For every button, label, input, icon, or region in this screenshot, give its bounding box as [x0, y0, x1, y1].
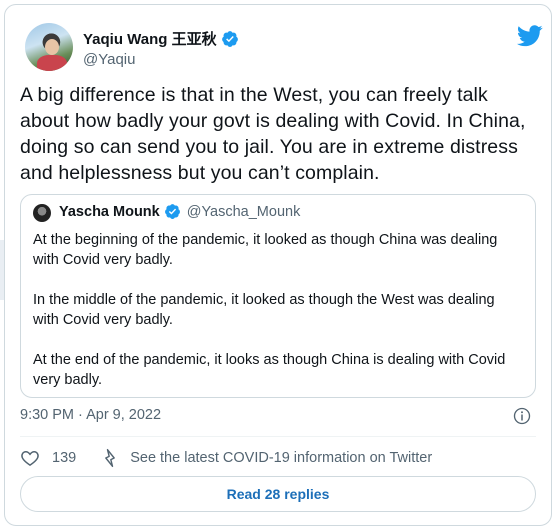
divider — [20, 436, 536, 437]
quoted-text: At the beginning of the pandemic, it loo… — [33, 230, 523, 410]
author-avatar[interactable] — [25, 23, 73, 71]
quoted-author-row: Yascha Mounk @Yascha_Mounk — [59, 203, 300, 220]
action-row: 139 See the latest COVID-19 information … — [20, 448, 432, 468]
twitter-logo-icon[interactable] — [517, 25, 543, 47]
author-display-name[interactable]: Yaqiu Wang 王亚秋 — [83, 28, 217, 49]
author-name-row: Yaqiu Wang 王亚秋 — [83, 28, 239, 49]
quoted-author-avatar — [33, 204, 51, 222]
quoted-paragraph: At the end of the pandemic, it looks as … — [33, 352, 506, 388]
quoted-tweet[interactable]: Yascha Mounk @Yascha_Mounk At the beginn… — [20, 194, 536, 398]
tweet-timestamp[interactable]: 9:30 PM · Apr 9, 2022 — [20, 407, 161, 423]
quoted-paragraph: In the middle of the pandemic, it looked… — [33, 292, 495, 328]
bolt-icon[interactable] — [100, 448, 120, 468]
tweet-text: A big difference is that in the West, yo… — [20, 84, 526, 184]
like-count: 139 — [52, 450, 77, 466]
quoted-paragraph: At the beginning of the pandemic, it loo… — [33, 232, 498, 268]
heart-icon[interactable] — [20, 448, 40, 468]
quoted-display-name: Yascha Mounk — [59, 203, 160, 220]
author-handle[interactable]: @Yaqiu — [83, 51, 135, 68]
verified-icon — [221, 30, 238, 47]
info-icon[interactable] — [513, 407, 531, 425]
verified-icon — [164, 204, 180, 219]
covid-info-link[interactable]: See the latest COVID-19 information on T… — [130, 450, 432, 466]
quoted-handle: @Yascha_Mounk — [186, 203, 301, 220]
read-replies-button[interactable]: Read 28 replies — [20, 476, 536, 512]
